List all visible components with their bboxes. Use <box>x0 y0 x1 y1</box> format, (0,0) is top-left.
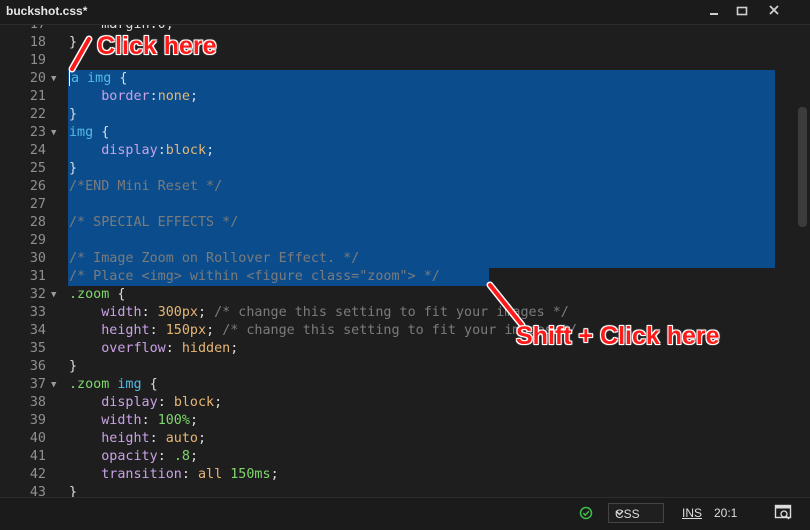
annotation-shift-click-here: Shift + Click here <box>516 322 720 350</box>
arrow-line-2-core <box>488 283 524 327</box>
editor-window: buckshot.css* 17 margin:0;18}1920▼a img … <box>0 0 810 530</box>
annotation-arrows <box>68 35 526 329</box>
annotation-click-here: Click here <box>97 32 217 60</box>
arrow-line-1-core <box>70 37 91 71</box>
